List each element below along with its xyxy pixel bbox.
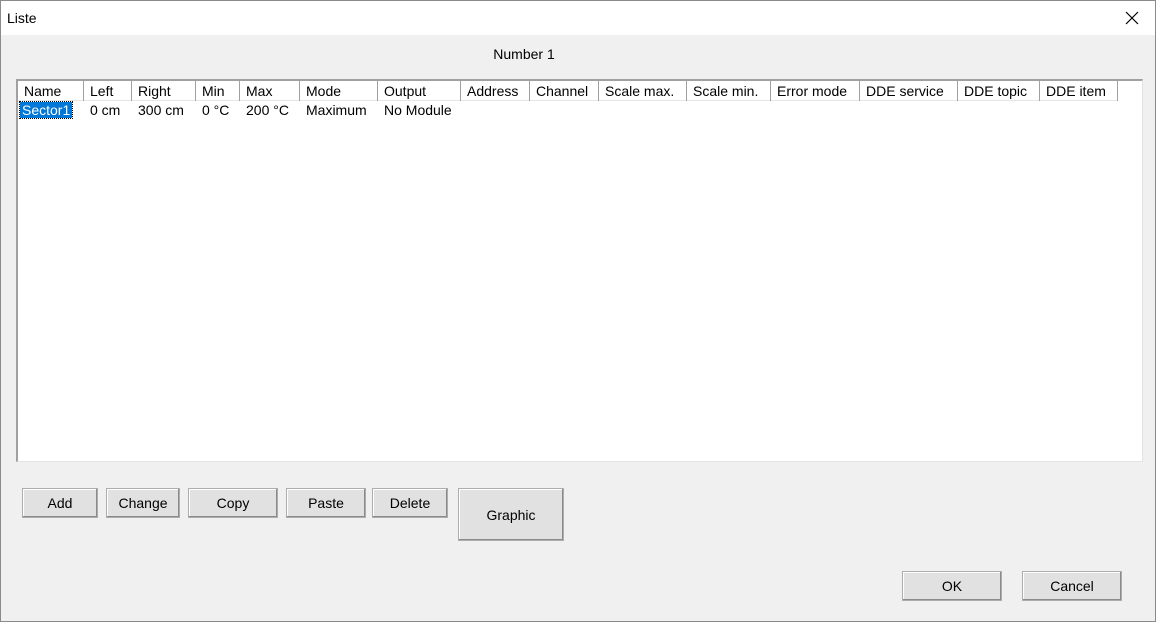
column-header[interactable]: Max (240, 81, 300, 101)
change-button[interactable]: Change (106, 488, 180, 518)
list-cell (860, 101, 958, 119)
ok-button[interactable]: OK (902, 571, 1002, 601)
window-title: Liste (7, 10, 37, 26)
list-cell: No Module (378, 101, 461, 119)
list-cell: 300 cm (132, 101, 196, 119)
liste-dialog: Liste Number 1 Name Left Right Min Max Mode Ou… (0, 0, 1156, 622)
column-header[interactable]: Scale max. (599, 81, 687, 101)
list-cell (530, 101, 599, 119)
column-header[interactable]: Error mode (771, 81, 860, 101)
column-header[interactable]: DDE item (1040, 81, 1118, 101)
list-cell (461, 101, 530, 119)
list-cell: 0 °C (196, 101, 240, 119)
column-header[interactable]: DDE topic (958, 81, 1040, 101)
list-cell (687, 101, 771, 119)
cell-text: Sector1 (18, 101, 74, 119)
list-cell (771, 101, 860, 119)
list-row[interactable]: Sector1 0 cm 300 cm 0 °C 200 °C Maximum No Mod… (18, 101, 1118, 119)
column-header[interactable]: Channel (530, 81, 599, 101)
list-cell (958, 101, 1040, 119)
cell-text: 0 cm (90, 102, 121, 118)
cell-text: No Module (384, 102, 452, 118)
close-icon (1125, 11, 1139, 25)
list-cell: 0 cm (84, 101, 132, 119)
list-cell: Maximum (300, 101, 378, 119)
sector-list[interactable]: Name Left Right Min Max Mode Output Address Chan… (16, 79, 1143, 462)
cell-text: Maximum (306, 102, 367, 118)
cell-text: 200 °C (246, 102, 289, 118)
cancel-button[interactable]: Cancel (1022, 571, 1122, 601)
column-header[interactable]: Mode (300, 81, 378, 101)
list-cell: Sector1 (18, 101, 84, 119)
column-header[interactable]: Left (84, 81, 132, 101)
copy-button[interactable]: Copy (188, 488, 278, 518)
column-header[interactable]: Scale min. (687, 81, 771, 101)
column-header[interactable]: Right (132, 81, 196, 101)
paste-button[interactable]: Paste (286, 488, 366, 518)
column-header[interactable]: Min (196, 81, 240, 101)
cell-text: 300 cm (138, 102, 184, 118)
column-header[interactable]: Output (378, 81, 461, 101)
close-button[interactable] (1109, 1, 1155, 35)
graphic-button[interactable]: Graphic (458, 488, 564, 541)
delete-button[interactable]: Delete (372, 488, 448, 518)
list-cell: 200 °C (240, 101, 300, 119)
add-button[interactable]: Add (22, 488, 98, 518)
list-cell (1040, 101, 1118, 119)
title-bar: Liste (1, 1, 1155, 35)
column-header[interactable]: DDE service (860, 81, 958, 101)
column-header[interactable]: Address (461, 81, 530, 101)
list-header: Name Left Right Min Max Mode Output Address Chan… (18, 81, 1118, 101)
column-header[interactable]: Name (18, 81, 84, 101)
cell-text: 0 °C (202, 102, 230, 118)
number-label: Number 1 (493, 46, 555, 62)
list-cell (599, 101, 687, 119)
